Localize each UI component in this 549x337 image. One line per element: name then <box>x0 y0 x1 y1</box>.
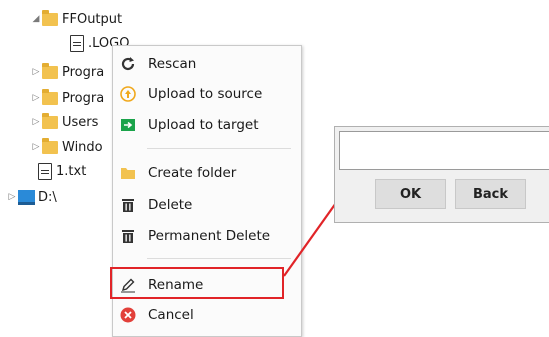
folder-icon <box>42 62 58 79</box>
drive-icon <box>18 189 35 205</box>
menu-item-label: Delete <box>148 197 193 213</box>
tree-item-label: Windo <box>62 139 103 155</box>
refresh-icon <box>120 56 136 72</box>
tree-item-label: Progra <box>62 64 105 80</box>
menu-item-rescan[interactable]: Rescan <box>113 50 301 78</box>
ok-button[interactable]: OK <box>375 179 446 209</box>
rename-highlight-box <box>110 267 284 299</box>
folder-icon <box>120 165 136 181</box>
tree-item-label: FFOutput <box>62 11 123 27</box>
menu-separator <box>147 258 291 259</box>
tree-item-program-files-x86[interactable]: ▷ Progra <box>30 87 104 109</box>
collapse-arrow-icon[interactable]: ▷ <box>6 192 18 202</box>
menu-item-label: Permanent Delete <box>148 228 271 244</box>
file-icon <box>70 34 84 52</box>
tree-item-drive-d[interactable]: ▷ D:\ <box>6 186 57 208</box>
cancel-icon <box>120 307 136 323</box>
menu-item-label: Upload to target <box>148 117 259 133</box>
collapse-arrow-icon[interactable]: ▷ <box>30 142 42 152</box>
tree-item-1txt[interactable]: 1.txt <box>38 160 86 182</box>
back-button[interactable]: Back <box>455 179 526 209</box>
rename-dialog: OK Back <box>334 126 549 223</box>
menu-item-label: Cancel <box>148 307 194 323</box>
folder-icon <box>42 88 58 105</box>
upload-circle-icon <box>120 86 136 102</box>
collapse-arrow-icon[interactable]: ▷ <box>30 117 42 127</box>
menu-item-cancel[interactable]: Cancel <box>113 301 301 329</box>
tree-item-windows[interactable]: ▷ Windo <box>30 136 103 158</box>
tree-item-label: D:\ <box>38 189 57 205</box>
trash-icon <box>120 228 136 244</box>
tree-item-users[interactable]: ▷ Users <box>30 111 98 133</box>
menu-item-upload-to-source[interactable]: Upload to source <box>113 80 301 108</box>
new-name-input[interactable] <box>339 131 549 170</box>
file-icon <box>38 162 52 180</box>
menu-item-upload-to-target[interactable]: Upload to target <box>113 111 301 139</box>
menu-item-label: Rescan <box>148 56 197 72</box>
menu-item-label: Create folder <box>148 165 237 181</box>
collapse-arrow-icon[interactable]: ▷ <box>30 93 42 103</box>
folder-icon <box>42 9 58 26</box>
tree-item-label: Users <box>62 114 99 130</box>
trash-icon <box>120 197 136 213</box>
expand-arrow-icon[interactable]: ◢ <box>30 14 42 24</box>
menu-separator <box>147 148 291 149</box>
upload-target-icon <box>120 117 136 133</box>
collapse-arrow-icon[interactable]: ▷ <box>30 67 42 77</box>
menu-item-label: Upload to source <box>148 86 263 102</box>
tree-item-label: Progra <box>62 90 105 106</box>
tree-item-program-files[interactable]: ▷ Progra <box>30 61 104 83</box>
folder-icon <box>42 137 58 154</box>
tree-item-label: 1.txt <box>56 163 87 179</box>
menu-item-create-folder[interactable]: Create folder <box>113 159 301 187</box>
tree-item-ffoutput[interactable]: ◢ FFOutput <box>30 8 122 30</box>
folder-icon <box>42 112 58 129</box>
menu-item-permanent-delete[interactable]: Permanent Delete <box>113 222 301 250</box>
menu-item-delete[interactable]: Delete <box>113 191 301 219</box>
